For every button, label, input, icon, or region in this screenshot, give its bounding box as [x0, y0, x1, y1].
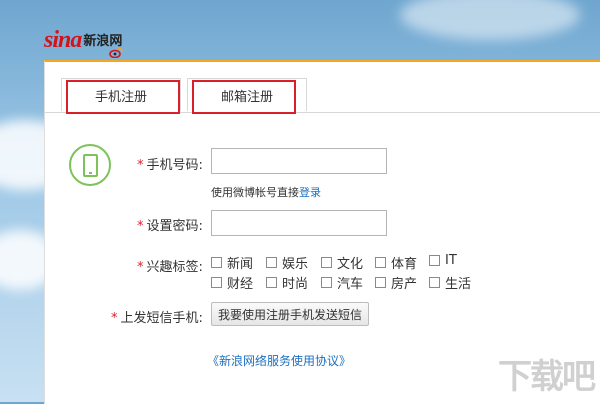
password-label: * 设置密码:	[137, 219, 203, 234]
interest-checkbox[interactable]: 财经	[211, 273, 253, 292]
sina-eye-icon	[109, 47, 123, 58]
checkbox[interactable]	[211, 277, 222, 288]
password-input[interactable]	[211, 210, 387, 236]
checkbox[interactable]	[321, 277, 332, 288]
interest-checkbox[interactable]: 娱乐	[266, 253, 308, 272]
sms-phone-label: * 上发短信手机:	[111, 311, 203, 326]
watermark: 下载吧	[498, 357, 596, 397]
login-link[interactable]: 登录	[299, 186, 321, 199]
login-hint: 使用微博帐号直接登录	[211, 186, 321, 199]
checkbox[interactable]	[266, 257, 277, 268]
interest-checkbox[interactable]: 时尚	[266, 273, 308, 292]
sina-logo[interactable]: sina 新浪网	[44, 27, 123, 58]
checkbox[interactable]	[429, 277, 440, 288]
checkbox[interactable]	[375, 257, 386, 268]
checkbox[interactable]	[429, 255, 440, 266]
interests-label: * 兴趣标签:	[137, 260, 203, 275]
checkbox[interactable]	[211, 257, 222, 268]
service-agreement-link[interactable]: 《新浪网络服务使用协议》	[207, 352, 351, 369]
interest-checkbox[interactable]: 生活	[429, 273, 471, 292]
site-header: sina 新浪网	[0, 0, 600, 60]
phone-label: * 手机号码:	[137, 158, 203, 173]
tab-email-highlight-box	[192, 80, 296, 114]
interest-checkbox[interactable]: 新闻	[211, 253, 253, 272]
interest-checkbox[interactable]: 文化	[321, 253, 363, 272]
checkbox[interactable]	[321, 257, 332, 268]
phone-input[interactable]	[211, 148, 387, 174]
logo-text: sina	[44, 27, 82, 53]
checkbox[interactable]	[266, 277, 277, 288]
interest-checkbox[interactable]: 房产	[375, 273, 417, 292]
tab-phone-highlight-box	[66, 80, 180, 114]
mobile-phone-icon	[69, 144, 111, 186]
send-sms-button[interactable]: 我要使用注册手机发送短信	[211, 302, 370, 326]
interest-checkbox[interactable]: IT	[429, 253, 457, 268]
interest-checkbox[interactable]: 汽车	[321, 273, 363, 292]
interest-checkbox[interactable]: 体育	[375, 253, 417, 272]
checkbox[interactable]	[375, 277, 386, 288]
